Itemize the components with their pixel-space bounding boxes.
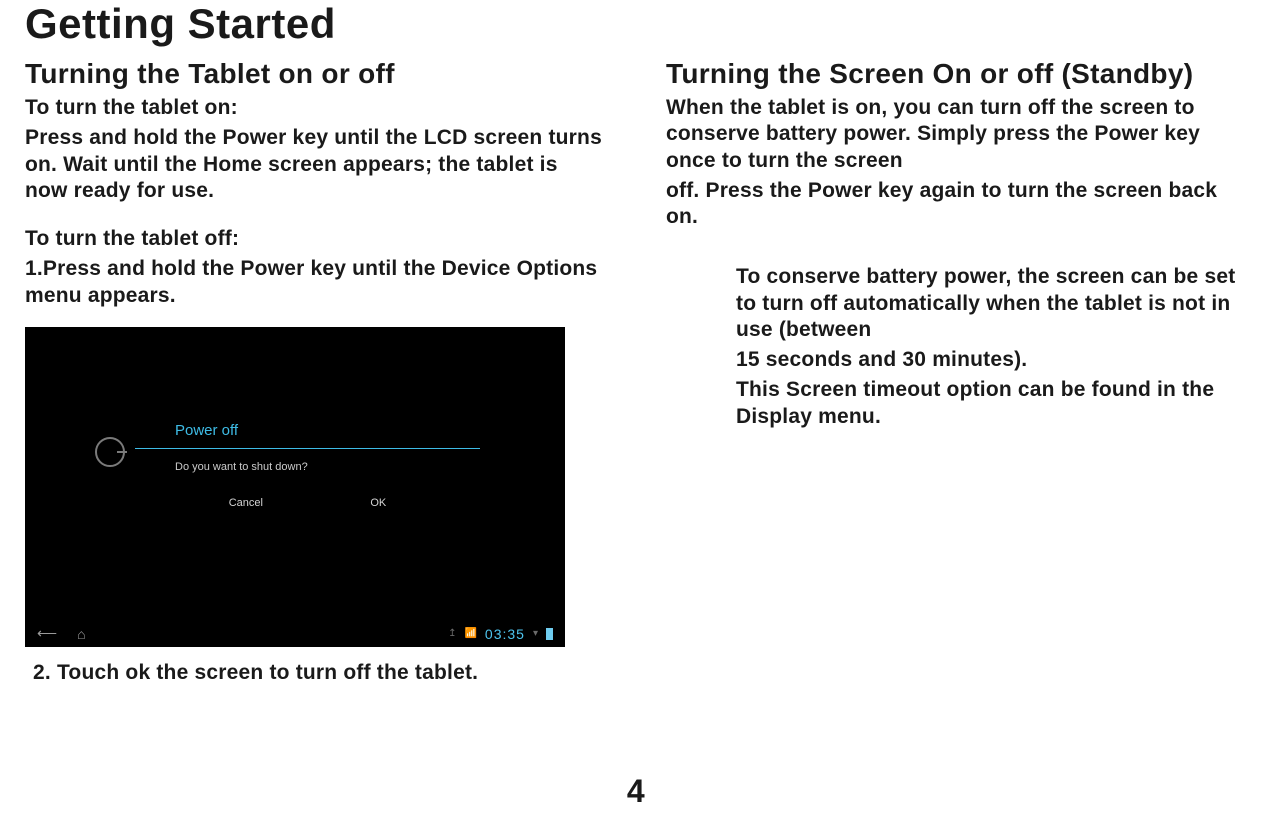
turn-off-label: To turn the tablet off: xyxy=(25,226,606,252)
clock-icon xyxy=(95,437,125,467)
right-heading: Turning the Screen On or off (Standby) xyxy=(666,58,1247,90)
right-column: Turning the Screen On or off (Standby) W… xyxy=(666,58,1247,685)
power-off-screenshot: Power off Do you want to shut down? Canc… xyxy=(25,327,565,647)
nav-bar: ⟵ ⌂ ↥ 📶 03:35 ▾ xyxy=(25,621,565,647)
upload-icon: ↥ xyxy=(448,628,456,639)
turn-on-body: Press and hold the Power key until the L… xyxy=(25,125,606,204)
standby-body1: When the tablet is on, you can turn off … xyxy=(666,95,1247,174)
left-heading: Turning the Tablet on or off xyxy=(25,58,606,90)
ok-button[interactable]: OK xyxy=(360,495,396,511)
wifi-icon: ▾ xyxy=(533,628,538,639)
dialog-message: Do you want to shut down? xyxy=(135,461,480,473)
power-off-dialog: Power off Do you want to shut down? Canc… xyxy=(135,422,480,511)
note-line2: 15 seconds and 30 minutes). xyxy=(736,347,1247,373)
dialog-divider xyxy=(135,448,480,449)
page-number: 4 xyxy=(0,773,1272,810)
left-column: Turning the Tablet on or off To turn the… xyxy=(25,58,606,685)
turn-off-step1: 1.Press and hold the Power key until the… xyxy=(25,256,606,309)
home-icon[interactable]: ⌂ xyxy=(77,626,85,642)
standby-body2: off. Press the Power key again to turn t… xyxy=(666,178,1247,231)
turn-off-step2: 2. Touch ok the screen to turn off the t… xyxy=(33,661,606,685)
back-icon[interactable]: ⟵ xyxy=(37,625,57,642)
page-title: Getting Started xyxy=(25,0,1247,48)
turn-on-label: To turn the tablet on: xyxy=(25,95,606,121)
dialog-buttons: Cancel OK xyxy=(135,495,480,511)
content-columns: Turning the Tablet on or off To turn the… xyxy=(25,58,1247,685)
note-line1: To conserve battery power, the screen ca… xyxy=(736,264,1247,343)
clock-time: 03:35 xyxy=(485,626,525,642)
cancel-button[interactable]: Cancel xyxy=(219,495,273,511)
dialog-title: Power off xyxy=(135,422,480,442)
note-line3: This Screen timeout option can be found … xyxy=(736,377,1247,430)
battery-icon xyxy=(546,628,553,640)
signal-icon: 📶 xyxy=(464,628,476,639)
